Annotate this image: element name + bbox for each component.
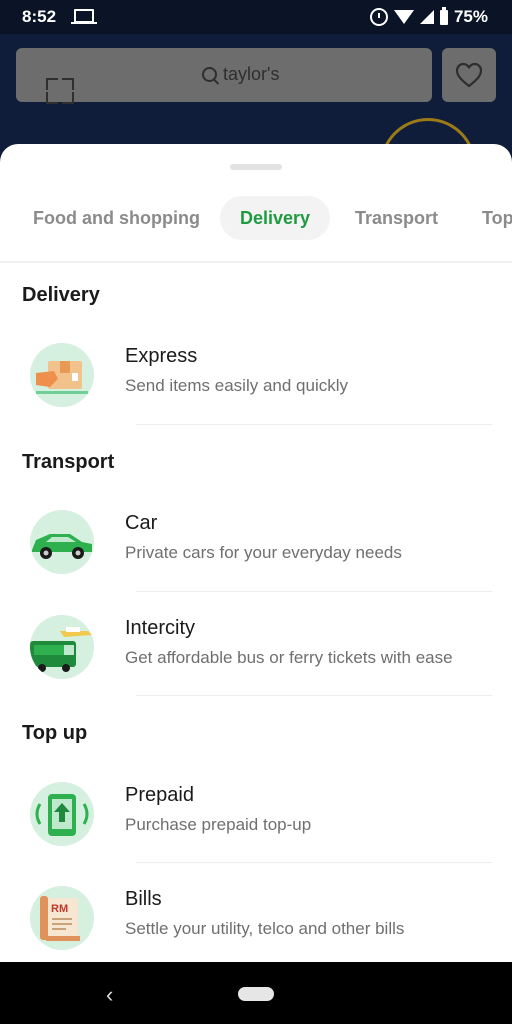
category-tabs: Food and shopping Delivery Transport Top: [0, 196, 512, 244]
service-title: Bills: [125, 888, 162, 910]
services-sheet: Food and shopping Delivery Transport Top…: [0, 144, 512, 962]
car-icon: [30, 510, 94, 574]
status-bar: 8:52 75%: [0, 0, 512, 34]
service-title: Car: [125, 512, 158, 534]
service-item-prepaid[interactable]: Prepaid Purchase prepaid top-up: [0, 782, 512, 882]
tab-top-up[interactable]: Top: [482, 196, 512, 240]
search-placeholder: taylor's: [223, 64, 280, 84]
battery-icon: [439, 6, 448, 25]
system-nav-bar: ‹: [0, 962, 512, 1024]
section-title-transport: Transport: [22, 451, 115, 473]
home-header: taylor's: [0, 34, 512, 214]
item-divider: [136, 862, 492, 863]
laptop-icon: [71, 9, 97, 24]
service-title: Intercity: [125, 617, 196, 639]
tab-food-and-shopping[interactable]: Food and shopping: [33, 196, 200, 240]
search-bar[interactable]: taylor's: [16, 48, 432, 104]
wifi-icon: [393, 10, 414, 24]
item-divider: [136, 591, 492, 592]
section-title-top-up: Top up: [22, 722, 88, 744]
tab-transport[interactable]: Transport: [355, 196, 438, 240]
phone-topup-icon: [30, 782, 94, 846]
home-pill-button[interactable]: [238, 987, 274, 1001]
service-item-bills[interactable]: RM Bills Settle your utility, telco and …: [0, 886, 512, 962]
back-icon[interactable]: ‹: [106, 982, 113, 1008]
heart-icon: [455, 62, 483, 88]
search-input[interactable]: taylor's: [202, 64, 279, 85]
bus-ferry-icon: [30, 615, 94, 679]
express-box-icon: [30, 343, 94, 407]
tabs-divider: [0, 261, 512, 263]
favorites-button[interactable]: [442, 48, 496, 102]
item-divider: [136, 695, 492, 696]
section-title-delivery: Delivery: [22, 284, 100, 306]
battery-percent: 75%: [453, 7, 488, 26]
item-divider: [136, 424, 492, 425]
service-title: Prepaid: [125, 784, 194, 806]
scan-icon[interactable]: [32, 62, 86, 116]
sheet-drag-handle[interactable]: [230, 164, 282, 170]
service-description: Send items easily and quickly: [125, 376, 349, 395]
signal-icon: [419, 10, 434, 24]
service-item-car[interactable]: Car Private cars for your everyday needs: [0, 510, 512, 610]
service-item-intercity[interactable]: Intercity Get affordable bus or ferry ti…: [0, 615, 512, 715]
service-item-express[interactable]: Express Send items easily and quickly: [0, 343, 512, 443]
tab-delivery[interactable]: Delivery: [220, 196, 331, 240]
search-icon: [202, 67, 217, 82]
status-time: 8:52: [22, 7, 57, 26]
service-description: Get affordable bus or ferry tickets with…: [125, 648, 453, 667]
svg-text:RM: RM: [51, 903, 68, 915]
bill-rm-icon: RM: [30, 886, 94, 950]
service-description: Purchase prepaid top-up: [125, 815, 312, 834]
service-title: Express: [125, 345, 198, 367]
service-description: Settle your utility, telco and other bil…: [125, 919, 405, 938]
service-description: Private cars for your everyday needs: [125, 543, 402, 562]
status-right: 75%: [369, 6, 488, 27]
alarm-icon: [369, 8, 388, 26]
